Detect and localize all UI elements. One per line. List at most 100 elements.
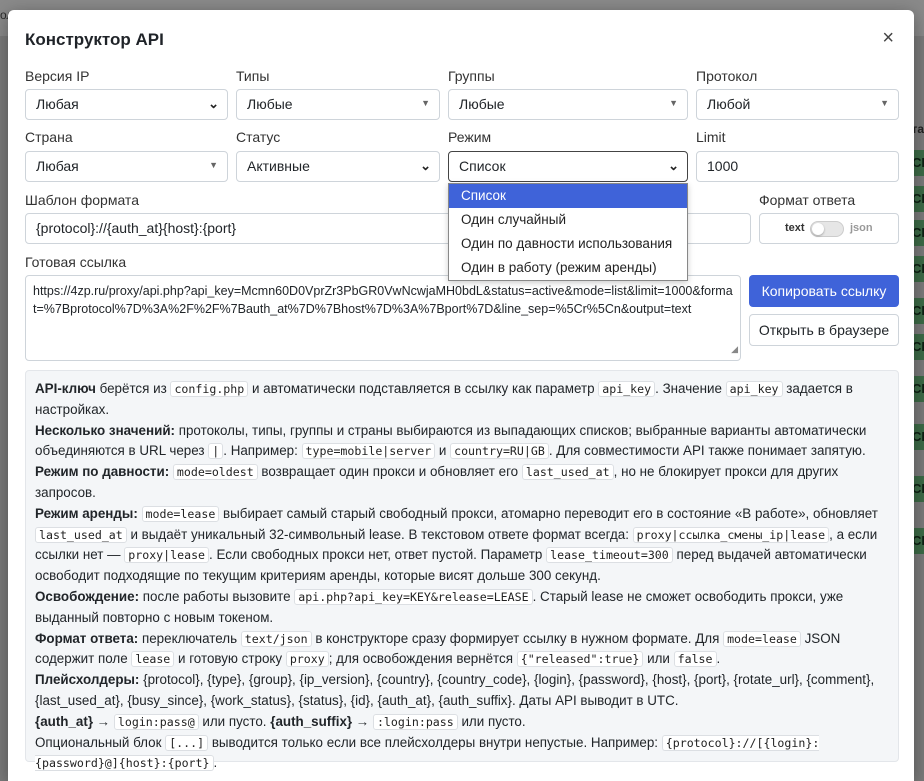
format-template-value: {protocol}://{auth_at}{host}:{port} [36,220,237,236]
help-text: и [435,443,451,459]
resize-handle-icon[interactable]: ◢ [731,341,738,359]
help-text: или пусто. [457,713,526,729]
status-value: Активные [247,158,310,174]
modal-title: Конструктор API [25,30,164,49]
mode-value: Список [459,158,506,174]
response-format-switch: text json [759,213,899,244]
close-icon[interactable]: × [882,28,894,48]
help-release: Освобождение: после работы вызовите api.… [35,587,889,629]
ip-version-select[interactable]: Любая ⌄ [25,89,228,120]
caret-down-icon: ▼ [421,98,430,108]
help-text: возвращает один прокси и обновляет его [257,464,522,480]
status-select[interactable]: Активные ⌄ [236,151,440,182]
types-select[interactable]: Любые ▼ [236,89,440,120]
groups-label: Группы [448,68,495,84]
chevron-down-icon: ⌄ [420,158,431,173]
help-text: . Например: [223,443,302,459]
help-term: Несколько значений: [35,422,176,438]
help-code: lease [131,651,175,668]
help-text: . Если свободных прокси нет, ответ пусто… [209,547,547,563]
help-text: переключатель [138,630,241,646]
help-text: → [93,713,114,729]
limit-input[interactable]: 1000 [696,151,899,182]
help-text: или [643,651,674,667]
caret-down-icon: ▼ [880,98,889,108]
mode-option-list[interactable]: Список [449,184,687,208]
help-code: [...] [165,734,209,751]
help-code: false [673,651,717,668]
help-term: Режим по давности: [35,464,170,480]
help-code: text/json [240,630,312,647]
help-term: {auth_suffix} [270,713,353,729]
caret-down-icon: ▼ [209,160,218,170]
help-code: last_used_at [35,526,127,543]
groups-select[interactable]: Любые ▼ [448,89,688,120]
mode-option-oldest[interactable]: Один по давности использования [449,232,687,256]
caret-down-icon: ▼ [669,98,678,108]
help-code: mode=oldest [172,464,258,481]
limit-label: Limit [696,129,726,145]
mode-select[interactable]: Список ⌄ [448,151,688,182]
help-code: :login:pass [372,713,458,730]
ready-link-textarea[interactable]: https://4zp.ru/proxy/api.php?api_key=Mcm… [25,275,741,361]
help-oldest-mode: Режим по давности: mode=oldest возвращае… [35,462,889,504]
help-code: login:pass@ [113,713,199,730]
format-text-label: text [785,222,805,234]
help-text: выводится только если все плейсхолдеры в… [208,734,662,750]
country-label: Страна [25,129,73,145]
help-auth-placeholders: {auth_at} → login:pass@ или пусто. {auth… [35,712,889,733]
help-text: берётся из [95,381,171,396]
help-text: . Значение [655,381,726,396]
help-optional-block: Опциональный блок [...] выводится только… [35,733,889,775]
country-value: Любая [36,158,79,174]
help-code: proxy|lease [124,547,210,564]
format-toggle[interactable] [810,221,844,237]
help-response-format: Формат ответа: переключатель text/json в… [35,629,889,671]
mode-dropdown-list: Список Один случайный Один по давности и… [448,183,688,281]
help-api-key: API-ключ берётся из config.php и автомат… [35,379,889,421]
help-code: type=mobile|server [301,443,436,460]
help-text: и готовую строку [174,651,286,667]
mode-option-lease[interactable]: Один в работу (режим аренды) [449,256,687,280]
help-code: api_key [598,381,656,397]
help-code: mode=lease [141,505,220,522]
status-label: Статус [236,129,281,145]
open-in-browser-button[interactable]: Открыть в браузере [749,314,899,346]
help-term: Освобождение: [35,588,140,604]
help-code: mode=lease [723,630,801,647]
ready-link-label: Готовая ссылка [25,254,127,270]
help-code: api.php?api_key=KEY&release=LEASE [294,588,533,605]
country-select[interactable]: Любая ▼ [25,151,228,182]
help-code: lease_timeout=300 [546,547,673,564]
protocol-select[interactable]: Любой ▼ [696,89,899,120]
help-text: и выдаёт уникальный 32-символьный lease.… [126,526,633,542]
help-text: → [352,713,373,729]
help-code: api_key [725,381,783,397]
toggle-knob [812,223,824,235]
help-term: Формат ответа: [35,630,139,646]
help-code: proxy [285,651,329,668]
help-code: last_used_at [521,464,614,481]
ready-link-value: https://4zp.ru/proxy/api.php?api_key=Mcm… [33,284,733,316]
format-json-label: json [850,222,873,234]
help-code: config.php [170,381,249,397]
help-code: {"released":true} [516,651,644,668]
mode-option-random[interactable]: Один случайный [449,208,687,232]
help-term: {auth_at} [35,713,94,729]
help-code: proxy|ссылка_смены_ip|lease [632,526,830,543]
chevron-down-icon: ⌄ [208,96,219,111]
format-template-label: Шаблон формата [25,192,139,208]
help-text: выбирает самый старый свободный прокси, … [219,505,878,521]
copy-link-button[interactable]: Копировать ссылку [749,275,899,307]
help-text [138,506,142,521]
help-code: | [208,443,224,460]
limit-value: 1000 [707,158,739,174]
help-term: Плейсхолдеры: [35,672,140,688]
protocol-label: Протокол [696,68,758,84]
help-lease-mode: Режим аренды: mode=lease выбирает самый … [35,504,889,587]
help-term: Режим аренды: [35,505,138,521]
help-placeholders: Плейсхолдеры: {protocol}, {type}, {group… [35,670,889,712]
ip-version-value: Любая [36,96,79,112]
help-text: или пусто. [198,713,271,729]
mode-label: Режим [448,129,492,145]
